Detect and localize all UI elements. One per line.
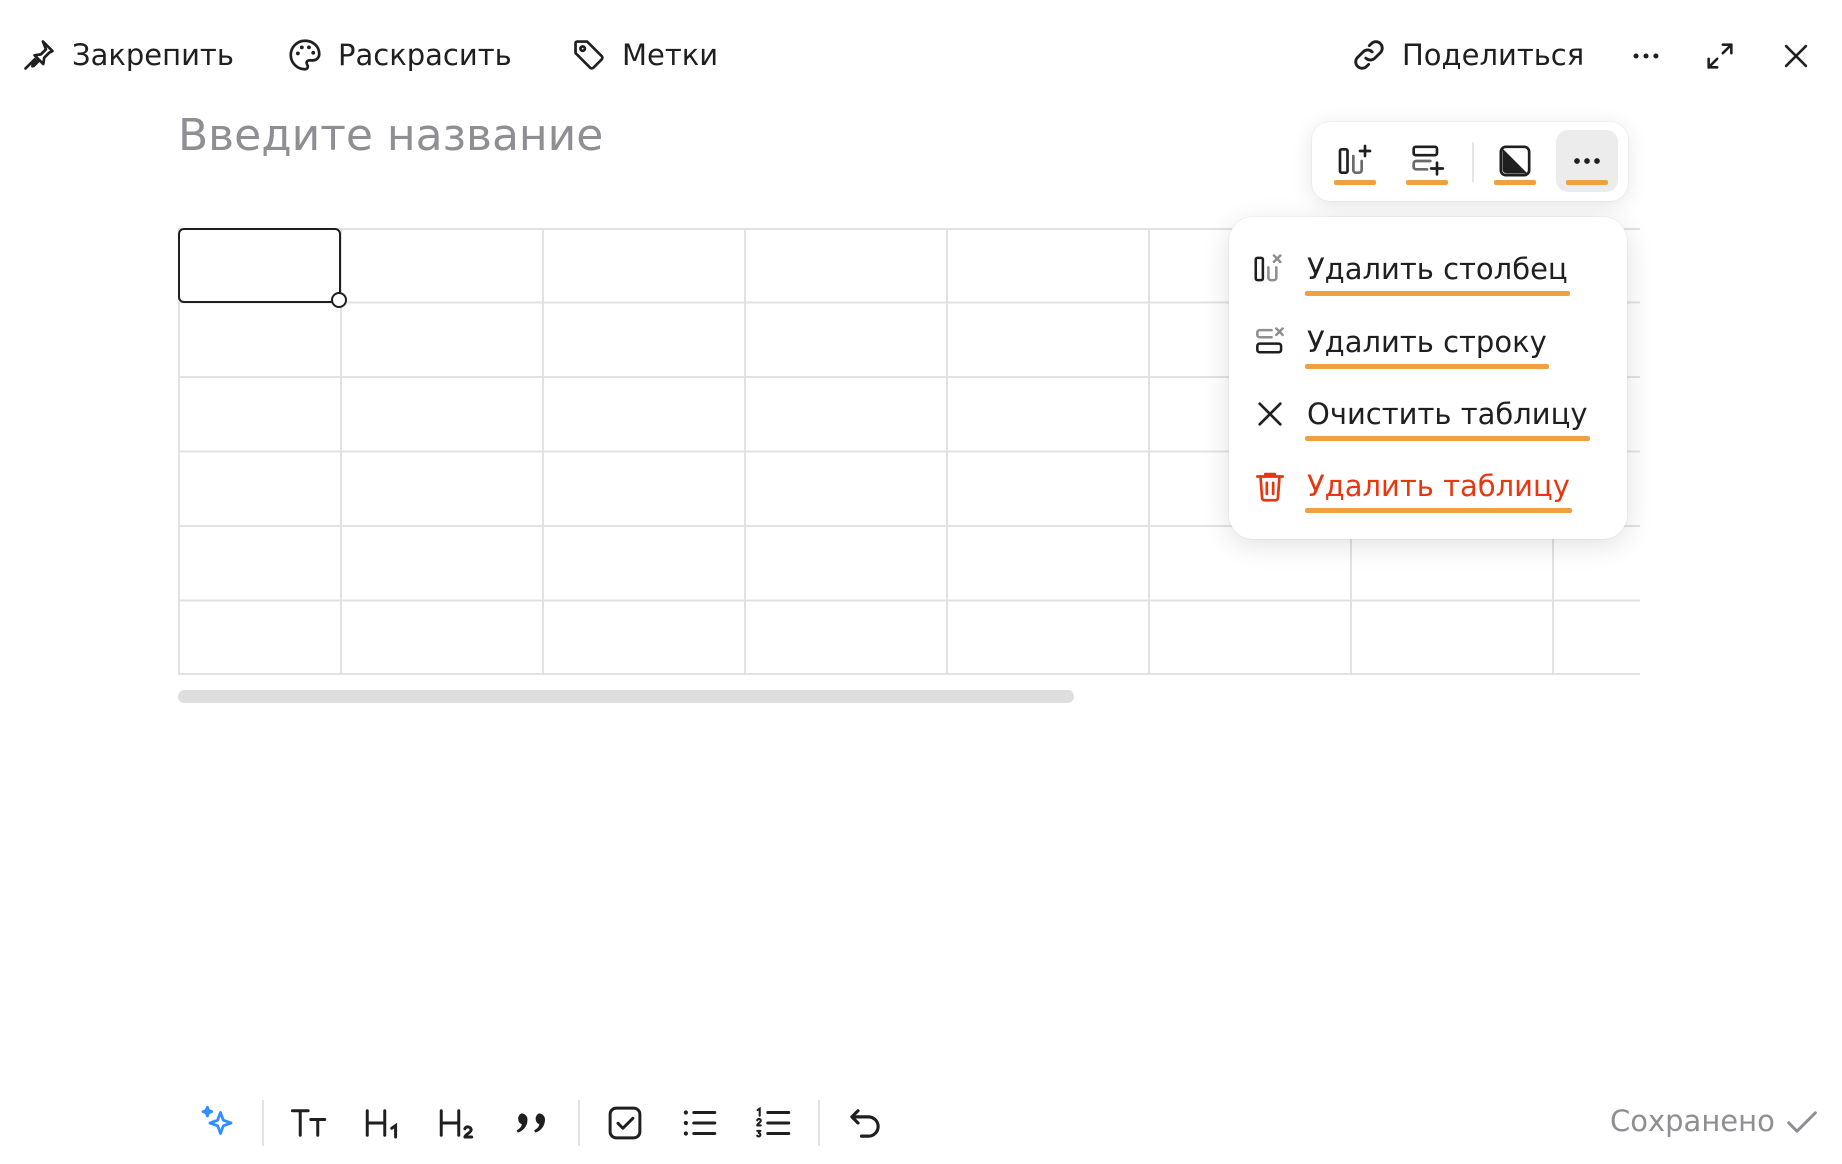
table-context-menu: Удалить столбец Удалить строку Очистить …: [1229, 217, 1627, 539]
more-options-button[interactable]: [1624, 34, 1668, 78]
more-horizontal-icon: [1574, 158, 1600, 164]
table-horizontal-scrollbar[interactable]: [178, 690, 1074, 703]
labels-label: Метки: [622, 38, 719, 72]
menu-item-delete-row[interactable]: Удалить строку: [1249, 312, 1609, 372]
undo-icon: [850, 1109, 880, 1138]
bottom-separator: [818, 1100, 820, 1146]
text-style-button[interactable]: [282, 1096, 336, 1150]
quote-button[interactable]: [504, 1096, 558, 1150]
close-icon: [1784, 44, 1808, 68]
heading1-icon: [365, 1109, 398, 1139]
quote-icon: [516, 1113, 545, 1133]
bullet-list-icon: [683, 1110, 717, 1136]
add-row-underline: [1406, 180, 1448, 185]
pin-label: Закрепить: [72, 38, 234, 72]
share-button[interactable]: Поделиться: [1350, 30, 1584, 80]
checkbox-icon: [608, 1106, 642, 1140]
pin-button[interactable]: Закрепить: [20, 30, 234, 80]
undo-button[interactable]: [838, 1096, 892, 1150]
menu-item-label: Удалить столбец: [1305, 252, 1570, 296]
ai-button[interactable]: [190, 1096, 244, 1150]
text-style-icon: [290, 1109, 327, 1137]
top-toolbar: Закрепить Раскрасить Метки Поделиться: [0, 0, 1842, 110]
add-column-underline: [1334, 180, 1376, 185]
check-icon: [1787, 1111, 1817, 1133]
contrast-icon: [1499, 145, 1531, 177]
bottom-separator: [262, 1100, 264, 1146]
expand-icon: [1707, 43, 1733, 69]
clear-icon: [1249, 393, 1291, 435]
menu-item-clear-table[interactable]: Очистить таблицу: [1249, 384, 1609, 444]
numbered-list-icon: [756, 1106, 791, 1138]
cell-color-button[interactable]: [1484, 130, 1546, 192]
title-input[interactable]: Введите название: [178, 110, 603, 161]
table-tools-popover: [1312, 122, 1628, 201]
delete-column-icon: [1249, 248, 1291, 290]
menu-item-label: Удалить строку: [1305, 325, 1549, 369]
colorize-button[interactable]: Раскрасить: [286, 30, 512, 80]
heading1-button[interactable]: [356, 1096, 410, 1150]
menu-item-delete-table[interactable]: Удалить таблицу: [1249, 456, 1609, 516]
delete-row-icon: [1249, 321, 1291, 363]
menu-item-delete-column[interactable]: Удалить столбец: [1249, 239, 1609, 299]
colorize-label: Раскрасить: [338, 38, 512, 72]
add-column-icon: [1338, 144, 1372, 174]
heading2-button[interactable]: [430, 1096, 484, 1150]
more-horizontal-icon: [1633, 53, 1659, 59]
table-more-underline: [1566, 180, 1608, 185]
numbered-list-button[interactable]: [746, 1096, 800, 1150]
selected-cell[interactable]: [178, 228, 341, 303]
cell-resize-handle[interactable]: [331, 292, 347, 308]
labels-button[interactable]: Метки: [570, 30, 718, 80]
menu-item-label: Удалить таблицу: [1305, 469, 1572, 513]
add-row-icon: [1412, 145, 1445, 176]
bottom-separator: [578, 1100, 580, 1146]
table-tools-separator: [1472, 142, 1474, 182]
add-row-button[interactable]: [1396, 130, 1458, 192]
menu-item-label: Очистить таблицу: [1305, 397, 1590, 441]
add-column-button[interactable]: [1324, 130, 1386, 192]
share-label: Поделиться: [1402, 38, 1585, 72]
link-icon: [1354, 40, 1384, 70]
bullet-list-button[interactable]: [672, 1096, 726, 1150]
heading2-icon: [439, 1109, 474, 1139]
close-button[interactable]: [1774, 34, 1818, 78]
trash-icon: [1249, 465, 1291, 507]
palette-icon: [289, 39, 321, 71]
expand-button[interactable]: [1698, 34, 1742, 78]
table-more-button[interactable]: [1556, 130, 1618, 192]
checkbox-button[interactable]: [598, 1096, 652, 1150]
sparkle-icon: [201, 1105, 233, 1135]
cell-color-underline: [1494, 180, 1536, 185]
bottom-toolbar: Сохранено: [0, 1080, 1842, 1164]
save-status: Сохранено: [1610, 1104, 1775, 1138]
pin-icon: [24, 40, 54, 70]
tag-icon: [574, 40, 604, 70]
